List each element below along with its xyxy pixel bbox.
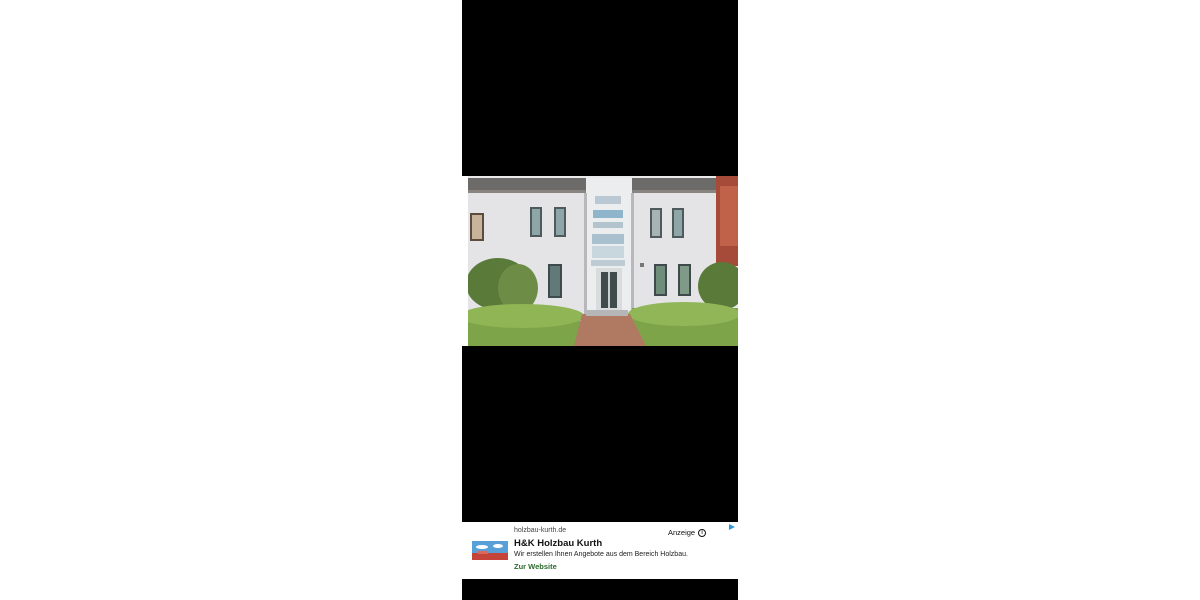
ad-banner[interactable]: holzbau-kurth.de H&K Holzbau Kurth Wir e… bbox=[462, 522, 738, 579]
property-photo[interactable] bbox=[462, 176, 738, 346]
ad-description: Wir erstellen Ihnen Angebote aus dem Ber… bbox=[514, 551, 688, 558]
info-icon[interactable]: i bbox=[698, 528, 707, 537]
adchoices-triangle-icon[interactable] bbox=[728, 523, 736, 531]
ad-thumbnail[interactable] bbox=[472, 541, 508, 560]
ad-domain[interactable]: holzbau-kurth.de bbox=[514, 527, 566, 534]
building-illustration bbox=[462, 176, 738, 346]
photo-viewer: holzbau-kurth.de H&K Holzbau Kurth Wir e… bbox=[462, 0, 738, 600]
ad-label-text: Anzeige bbox=[668, 528, 696, 537]
ad-website-link[interactable]: Zur Website bbox=[514, 562, 557, 571]
ad-thumbnail-image bbox=[472, 541, 508, 560]
ad-title[interactable]: H&K Holzbau Kurth bbox=[514, 538, 602, 549]
ad-label[interactable]: Anzeige i bbox=[668, 528, 707, 537]
